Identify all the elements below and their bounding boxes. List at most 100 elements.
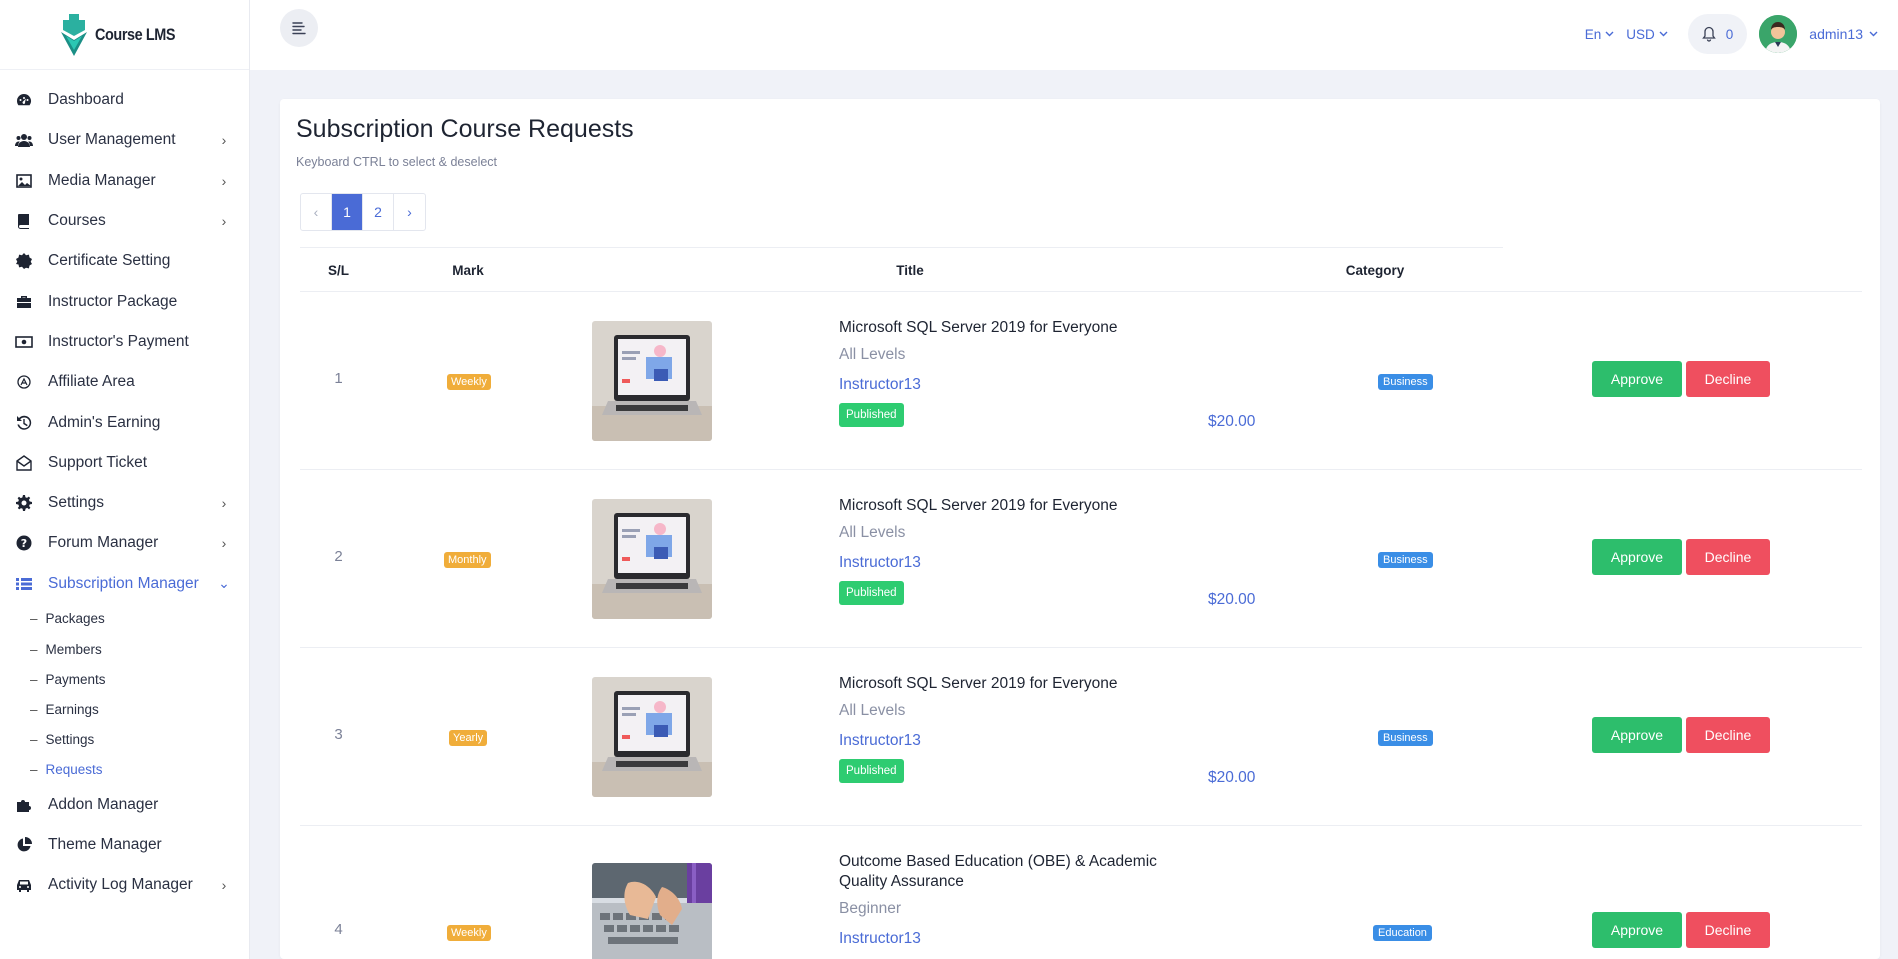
- envelope-open-icon: [14, 453, 34, 473]
- gear-icon: [14, 493, 34, 513]
- sidebar-item-certificate-setting[interactable]: Certificate Setting: [0, 241, 249, 281]
- sidebar-item-label: Dashboard: [48, 91, 124, 109]
- decline-button[interactable]: Decline: [1686, 912, 1770, 948]
- pagination-page-1[interactable]: 1: [332, 194, 363, 230]
- notifications-button[interactable]: 0: [1687, 14, 1748, 54]
- course-instructor-link[interactable]: Instructor13: [839, 376, 921, 394]
- dash-glyph: –: [30, 701, 38, 717]
- column-header-title: Title: [896, 263, 924, 278]
- sidebar-item-dashboard[interactable]: Dashboard: [0, 80, 249, 120]
- page-title: Subscription Course Requests: [296, 115, 634, 143]
- sidebar-item-theme-manager[interactable]: Theme Manager: [0, 825, 249, 865]
- users-icon: [14, 130, 34, 150]
- chevron-down-icon: ⌄: [218, 575, 230, 592]
- course-price: $20.00: [1208, 413, 1256, 430]
- row-sl: 4: [334, 921, 343, 938]
- sidebar-item-addon-manager[interactable]: Addon Manager: [0, 784, 249, 824]
- category-badge: Business: [1378, 730, 1433, 746]
- pagination: ‹ 1 2 ›: [300, 193, 426, 231]
- language-dropdown[interactable]: En: [1585, 27, 1615, 42]
- sidebar-item-support-ticket[interactable]: Support Ticket: [0, 443, 249, 483]
- decline-button[interactable]: Decline: [1686, 539, 1770, 575]
- pagination-page-2[interactable]: 2: [363, 194, 394, 230]
- username: admin13: [1809, 26, 1863, 42]
- currency-value: USD: [1626, 26, 1655, 42]
- submenu-item-settings[interactable]: – Settings: [30, 724, 249, 754]
- course-instructor-link[interactable]: Instructor13: [839, 732, 921, 750]
- decline-button[interactable]: Decline: [1686, 361, 1770, 397]
- sidebar-item-label: Activity Log Manager: [48, 876, 193, 894]
- chevron-right-icon: ›: [221, 132, 227, 149]
- pie-icon: [14, 835, 34, 855]
- submenu-item-packages[interactable]: – Packages: [30, 604, 249, 634]
- course-level: All Levels: [839, 702, 906, 719]
- sidebar-item-settings[interactable]: Settings ›: [0, 483, 249, 523]
- submenu-item-members[interactable]: – Members: [30, 634, 249, 664]
- submenu-item-label: Requests: [45, 761, 103, 777]
- approve-button[interactable]: Approve: [1592, 717, 1682, 753]
- table-row[interactable]: 1 Weekly Microsoft SQL Server 2019 for E…: [300, 292, 1862, 470]
- sidebar-item-instructor-package[interactable]: Instructor Package: [0, 281, 249, 321]
- bell-icon: [1701, 26, 1716, 42]
- sidebar-item-affiliate-area[interactable]: Affiliate Area: [0, 362, 249, 402]
- course-thumbnail[interactable]: [592, 321, 712, 441]
- mark-badge: Yearly: [449, 730, 488, 746]
- sidebar-item-user-management[interactable]: User Management ›: [0, 120, 249, 160]
- submenu-item-earnings[interactable]: – Earnings: [30, 694, 249, 724]
- submenu-item-requests[interactable]: – Requests: [30, 754, 249, 784]
- mark-badge: Weekly: [447, 374, 491, 390]
- sidebar-item-instructors-payment[interactable]: Instructor's Payment: [0, 322, 249, 362]
- menu-lines-icon: [292, 22, 306, 35]
- history-icon: [14, 413, 34, 433]
- course-level: Beginner: [839, 900, 902, 917]
- sidebar-item-label: Courses: [48, 212, 106, 230]
- sidebar-item-forum-manager[interactable]: ? Forum Manager ›: [0, 523, 249, 563]
- pagination-prev[interactable]: ‹: [301, 194, 332, 230]
- sidebar-item-courses[interactable]: Courses ›: [0, 201, 249, 241]
- briefcase-icon: [14, 292, 34, 312]
- user-dropdown[interactable]: admin13: [1809, 26, 1878, 42]
- submenu-item-label: Earnings: [45, 701, 99, 717]
- course-thumbnail[interactable]: [592, 863, 712, 959]
- sidebar-item-subscription-manager[interactable]: Subscription Manager ⌄: [0, 564, 249, 604]
- approve-button[interactable]: Approve: [1592, 912, 1682, 948]
- course-instructor-link[interactable]: Instructor13: [839, 930, 921, 948]
- currency-dropdown[interactable]: USD: [1626, 27, 1668, 42]
- book-icon: [14, 211, 34, 231]
- laptop-thumbnail-image: [592, 677, 712, 797]
- sidebar-item-label: Admin's Earning: [48, 413, 161, 431]
- row-sl: 3: [334, 726, 343, 743]
- brand-logo[interactable]: Course LMS: [0, 0, 249, 70]
- sidebar-item-activity-log-manager[interactable]: Activity Log Manager ›: [0, 865, 249, 905]
- table-row[interactable]: 3 Yearly Microsoft SQL Server 2019 for E…: [300, 648, 1862, 826]
- menu-toggle-button[interactable]: [280, 9, 318, 47]
- approve-button[interactable]: Approve: [1592, 361, 1682, 397]
- brand-name: Course LMS: [95, 24, 176, 44]
- course-instructor-link[interactable]: Instructor13: [839, 554, 921, 572]
- decline-button[interactable]: Decline: [1686, 717, 1770, 753]
- course-thumbnail[interactable]: [592, 499, 712, 619]
- list-icon: [14, 574, 34, 594]
- submenu-item-payments[interactable]: – Payments: [30, 664, 249, 694]
- sidebar-item-media-manager[interactable]: Media Manager ›: [0, 161, 249, 201]
- sidebar-item-admins-earning[interactable]: Admin's Earning: [0, 402, 249, 442]
- chevron-down-icon: [1869, 31, 1878, 37]
- status-badge: Published: [839, 581, 904, 605]
- puzzle-icon: [14, 795, 34, 815]
- course-level: All Levels: [839, 524, 906, 541]
- notification-count: 0: [1725, 26, 1734, 42]
- course-thumbnail[interactable]: [592, 677, 712, 797]
- approve-button[interactable]: Approve: [1592, 539, 1682, 575]
- submenu-item-label: Packages: [45, 611, 105, 627]
- typing-thumbnail-image: [592, 863, 712, 959]
- avatar[interactable]: [1759, 15, 1798, 53]
- sidebar-item-label: Addon Manager: [48, 795, 159, 813]
- pagination-next[interactable]: ›: [394, 194, 425, 230]
- page-subtitle: Keyboard CTRL to select & deselect: [296, 155, 498, 169]
- certificate-icon: [14, 251, 34, 271]
- sidebar-nav: Dashboard User Management › Media Manage…: [0, 70, 249, 905]
- money-icon: [14, 332, 34, 352]
- table-row[interactable]: 4 Weekly Outcome Based Education (OBE) &…: [300, 826, 1862, 959]
- table-row[interactable]: 2 Monthly Microsoft SQL Server 2019 for …: [300, 470, 1862, 648]
- sidebar-item-label: Forum Manager: [48, 534, 159, 552]
